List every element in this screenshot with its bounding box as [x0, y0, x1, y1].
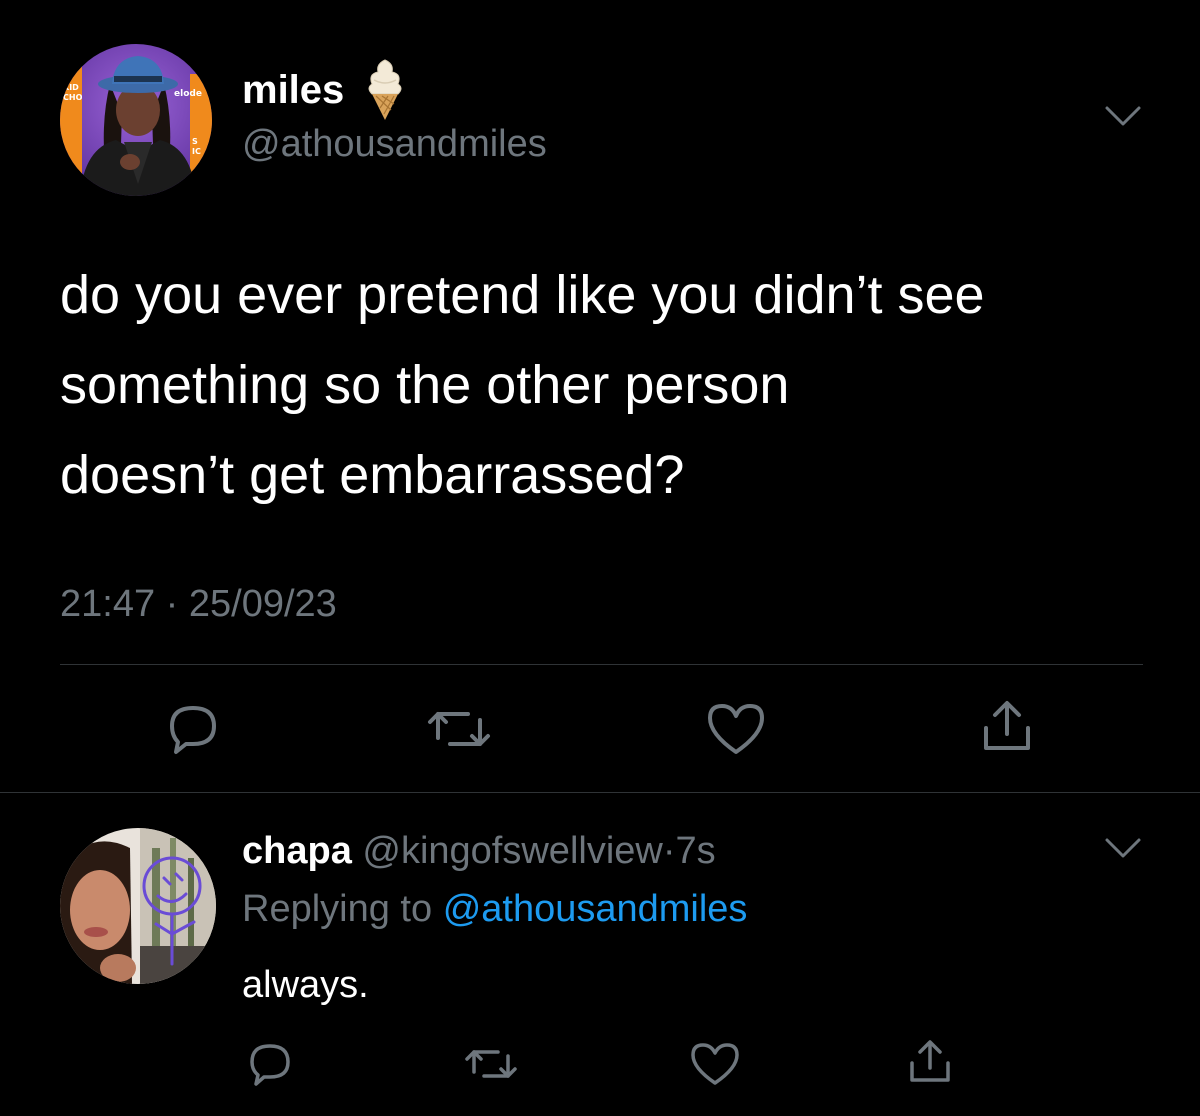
retweet-icon[interactable] [462, 1040, 520, 1088]
replying-to-line: Replying to @athousandmiles [242, 884, 747, 934]
divider [0, 792, 1200, 793]
reply-icon[interactable] [164, 700, 222, 758]
user-handle[interactable]: @kingofswellview [362, 830, 662, 872]
display-name[interactable]: miles [242, 64, 344, 116]
soft-ice-cream-icon [368, 59, 402, 120]
svg-text:IC: IC [192, 147, 201, 156]
mention-link[interactable]: @athousandmiles [443, 888, 748, 930]
chevron-down-icon[interactable] [1103, 104, 1143, 128]
display-name[interactable]: chapa [242, 830, 352, 872]
avatar[interactable]: KID CHO elode S IC [60, 44, 212, 196]
reply-icon[interactable] [246, 1040, 294, 1088]
svg-text:CHO: CHO [63, 93, 83, 102]
avatar-photo: KID CHO elode S IC [60, 44, 212, 196]
avatar[interactable] [60, 828, 216, 984]
svg-text:KID: KID [63, 83, 79, 92]
svg-text:S: S [192, 137, 198, 146]
like-icon[interactable] [688, 1040, 742, 1088]
user-handle[interactable]: @athousandmiles [242, 118, 547, 170]
avatar-photo [60, 828, 216, 984]
retweet-icon[interactable] [424, 700, 494, 758]
share-icon[interactable] [978, 698, 1036, 756]
timestamp[interactable]: 21:47 · 25/09/23 [60, 578, 337, 630]
separator-dot: · [662, 830, 676, 872]
reply-text: always. [242, 964, 369, 1006]
share-icon[interactable] [906, 1038, 954, 1086]
chevron-down-icon[interactable] [1103, 836, 1143, 860]
replying-to-label: Replying to [242, 888, 433, 930]
tweet-text: do you ever pretend like you didn’t see … [60, 265, 985, 505]
divider [60, 664, 1143, 665]
post-age[interactable]: 7s [676, 830, 716, 872]
svg-text:elode: elode [174, 89, 202, 99]
reply-header: chapa @kingofswellview·7s [242, 826, 716, 876]
like-icon[interactable] [708, 704, 764, 754]
